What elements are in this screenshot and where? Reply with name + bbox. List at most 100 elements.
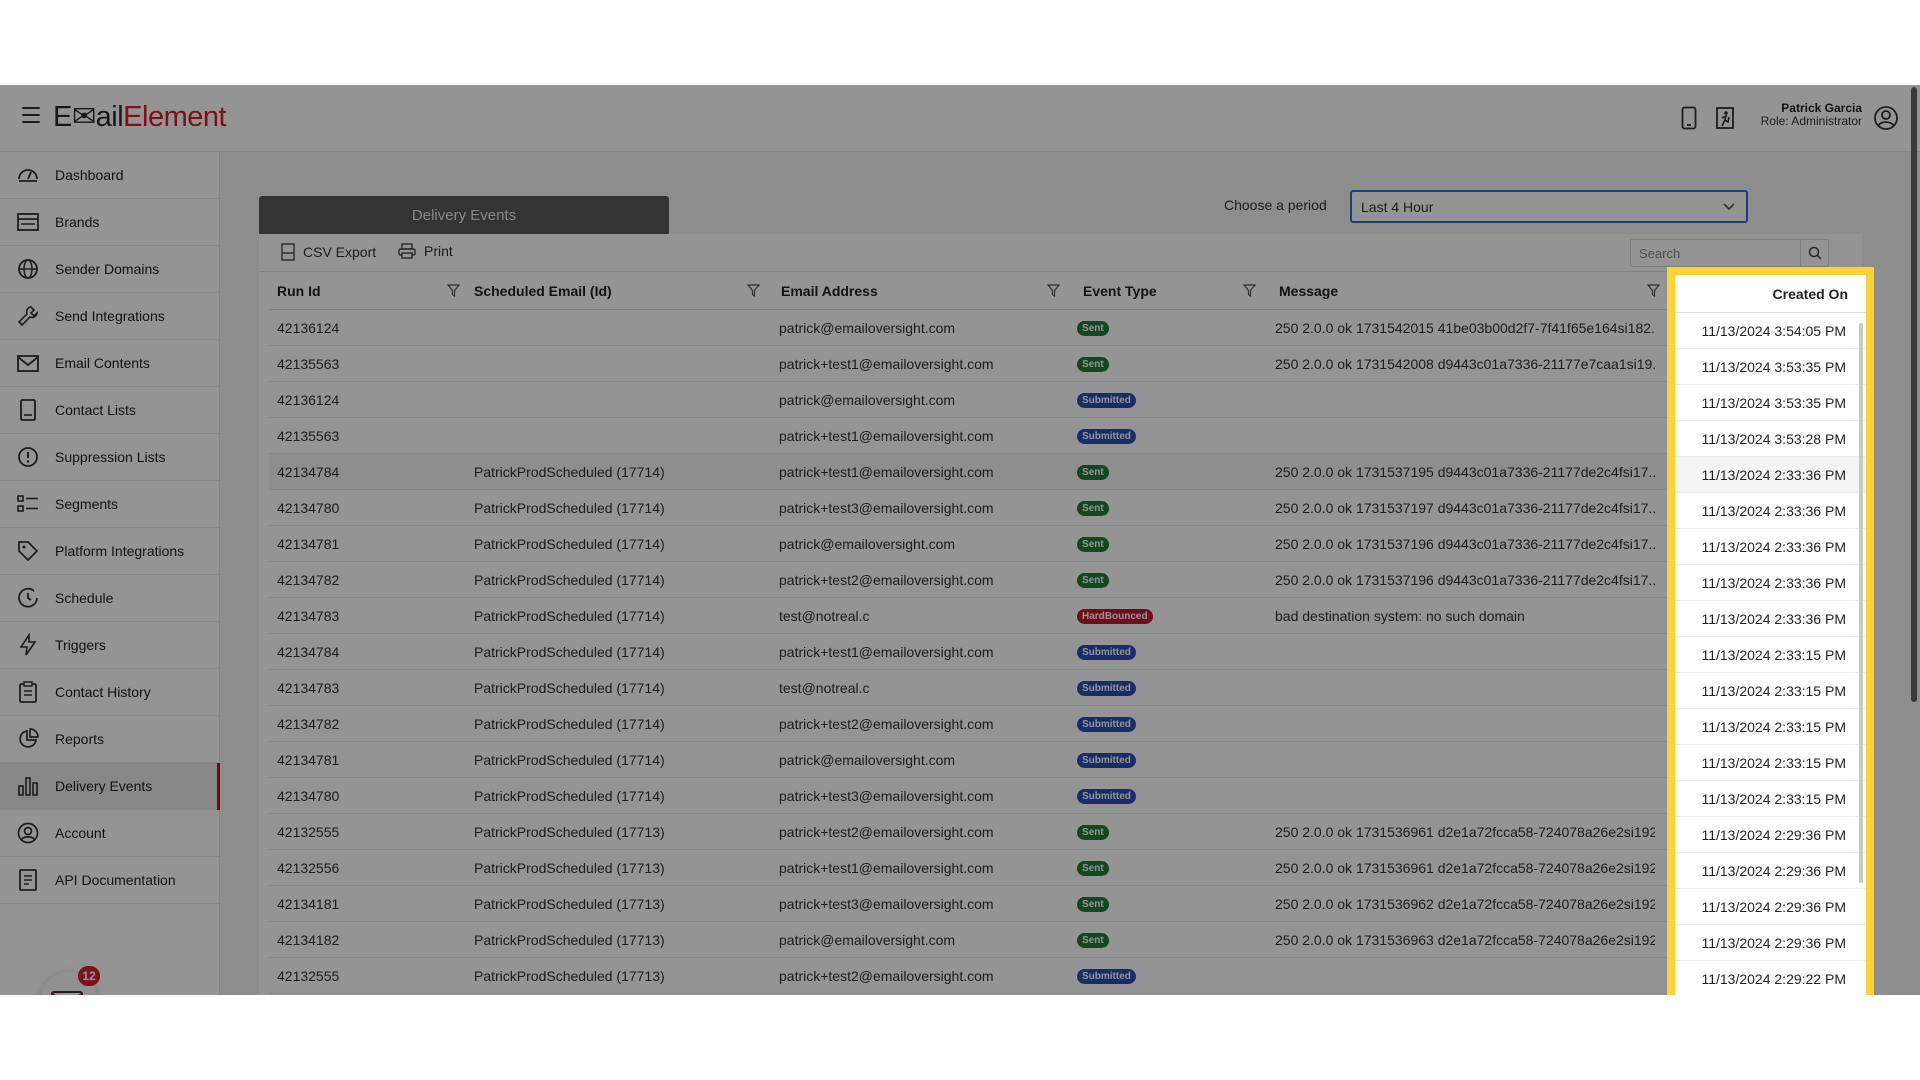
csv-export-button[interactable]: CSV Export <box>281 243 376 261</box>
sidebar-item-label: Dashboard <box>55 167 124 183</box>
period-select[interactable]: Last 4 Hour <box>1350 190 1748 223</box>
run-id-cell: 42132555 <box>277 824 340 840</box>
created-on-header-label: Created On <box>1772 285 1848 302</box>
table-row[interactable]: 42134784 PatrickProdScheduled (17714) patr… <box>269 634 1862 670</box>
pie-chart-icon <box>16 727 40 751</box>
sidebar-item-contact-history[interactable]: Contact History <box>0 669 219 716</box>
mobile-device-icon[interactable] <box>1678 105 1700 131</box>
table-row[interactable]: 42134783 PatrickProdScheduled (17714) test… <box>269 670 1862 706</box>
scheduled-email-cell: PatrickProdScheduled (17714) <box>474 572 665 588</box>
column-header-scheduled-email-id[interactable]: Scheduled Email (Id) <box>474 272 612 310</box>
table-row[interactable]: 42134782 PatrickProdScheduled (17714) patr… <box>269 706 1862 742</box>
column-header-email-address[interactable]: Email Address <box>781 272 878 310</box>
scheduled-email-cell: PatrickProdScheduled (17713) <box>474 896 665 912</box>
table-row[interactable]: 42136124 patrick@emailoversight.com Sent 25… <box>269 310 1862 346</box>
search-icon[interactable] <box>1800 240 1828 266</box>
filter-icon[interactable] <box>1242 284 1257 302</box>
table-row[interactable]: 42134782 PatrickProdScheduled (17714) patr… <box>269 562 1862 598</box>
run-id-cell: 42134783 <box>277 608 340 624</box>
sidebar-item-reports[interactable]: Reports <box>0 716 219 763</box>
sidebar-item-triggers[interactable]: Triggers <box>0 622 219 669</box>
filter-icon[interactable] <box>1646 284 1661 302</box>
notifications-button[interactable]: 12 <box>40 966 100 995</box>
column-header-created-on[interactable]: Created On <box>1675 275 1866 313</box>
email-address-cell: patrick+test2@emailoversight.com <box>779 968 994 984</box>
table-row[interactable]: 42135563 patrick+test1@emailoversight.com… <box>269 346 1862 382</box>
gauge-icon <box>16 163 40 187</box>
sidebar-item-account[interactable]: Account <box>0 810 219 857</box>
email-address-cell: patrick+test1@emailoversight.com <box>779 860 994 876</box>
table-row[interactable]: 42136124 patrick@emailoversight.com Submit… <box>269 382 1862 418</box>
print-button[interactable]: Print <box>398 243 453 259</box>
filter-icon[interactable] <box>1046 284 1061 302</box>
column-header-event-type[interactable]: Event Type <box>1083 272 1157 310</box>
sidebar-item-sender-domains[interactable]: Sender Domains <box>0 246 219 293</box>
sidebar-item-dashboard[interactable]: Dashboard <box>0 152 219 199</box>
table-row[interactable]: 42134780 PatrickProdScheduled (17714) patr… <box>269 490 1862 526</box>
table-header: Run Id Scheduled Email (Id) Email Address E… <box>269 272 1862 310</box>
page-scrollbar[interactable] <box>1911 87 1917 702</box>
sidebar-item-schedule[interactable]: Schedule <box>0 575 219 622</box>
delivery-events-grid: CSV Export Print Run Id Scheduled Email (… <box>259 234 1862 995</box>
sidebar-item-delivery-events[interactable]: Delivery Events <box>0 763 220 810</box>
sidebar-item-label: Reports <box>55 731 105 747</box>
table-row[interactable]: 42135563 patrick+test1@emailoversight.com… <box>269 418 1862 454</box>
exit-run-icon[interactable] <box>1714 105 1736 131</box>
event-type-cell: Submitted <box>1077 778 1267 814</box>
table-row[interactable]: 42132556 PatrickProdScheduled (17713) patr… <box>269 850 1862 886</box>
sidebar-item-api-documentation[interactable]: API Documentation <box>0 857 219 904</box>
sidebar-nav: Dashboard Brands Sender Domains Send Integr… <box>0 152 220 904</box>
column-header-message[interactable]: Message <box>1279 272 1338 310</box>
run-id-cell: 42134782 <box>277 716 340 732</box>
run-id-cell: 42135563 <box>277 428 340 444</box>
tag-icon <box>16 539 40 563</box>
filter-icon[interactable] <box>446 284 461 302</box>
user-info[interactable]: Patrick Garcia Role: Administrator <box>1761 102 1862 128</box>
segments-icon <box>16 492 40 516</box>
scheduled-email-cell <box>474 382 764 418</box>
event-type-badge: Submitted <box>1077 428 1136 444</box>
chevron-down-icon <box>1722 199 1736 216</box>
email-address-cell: patrick+test1@emailoversight.com <box>779 428 994 444</box>
created-on-cell: 11/13/2024 2:29:36 PM <box>1675 853 1866 889</box>
table-row[interactable]: 42134781 PatrickProdScheduled (17714) patr… <box>269 526 1862 562</box>
scheduled-email-cell: PatrickProdScheduled (17713) <box>474 824 665 840</box>
table-row[interactable]: 42134783 PatrickProdScheduled (17714) test… <box>269 598 1862 634</box>
highlighted-created-on-column: Created On 11/13/2024 3:54:05 PM 11/13/20… <box>1667 267 1874 995</box>
sidebar-item-platform-integrations[interactable]: Platform Integrations <box>0 528 219 575</box>
created-on-cell: 11/13/2024 3:54:05 PM <box>1675 313 1866 349</box>
tab-delivery-events[interactable]: Delivery Events <box>259 196 669 234</box>
filter-icon[interactable] <box>746 284 761 302</box>
table-row[interactable]: 42134780 PatrickProdScheduled (17714) patr… <box>269 778 1862 814</box>
sidebar-item-contact-lists[interactable]: Contact Lists <box>0 387 219 434</box>
table-scrollbar-thumb[interactable] <box>1859 323 1863 883</box>
table-body: 42136124 patrick@emailoversight.com Sent 25… <box>269 310 1862 994</box>
event-type-cell: Sent <box>1077 490 1267 526</box>
hamburger-menu-icon[interactable] <box>22 107 40 123</box>
sidebar-item-send-integrations[interactable]: Send Integrations <box>0 293 219 340</box>
user-avatar-icon[interactable] <box>1873 105 1899 131</box>
sidebar-item-segments[interactable]: Segments <box>0 481 219 528</box>
event-type-cell: Sent <box>1077 310 1267 346</box>
sidebar-item-brands[interactable]: Brands <box>0 199 219 246</box>
column-header-run-id[interactable]: Run Id <box>277 272 321 310</box>
sidebar-item-suppression-lists[interactable]: Suppression Lists <box>0 434 219 481</box>
app-logo[interactable]: E✉ailElement <box>53 99 227 134</box>
grid-toolbar: CSV Export Print <box>259 234 1862 272</box>
bar-chart-icon <box>16 774 40 798</box>
created-on-cells: 11/13/2024 3:54:05 PM 11/13/2024 3:53:35 … <box>1675 313 1866 995</box>
search-input[interactable] <box>1631 240 1800 266</box>
table-row[interactable]: 42134181 PatrickProdScheduled (17713) patr… <box>269 886 1862 922</box>
table-row[interactable]: 42134182 PatrickProdScheduled (17713) patr… <box>269 922 1862 958</box>
table-row[interactable]: 42134781 PatrickProdScheduled (17714) patr… <box>269 742 1862 778</box>
scheduled-email-cell: PatrickProdScheduled (17714) <box>474 716 665 732</box>
event-type-badge: Submitted <box>1077 680 1136 696</box>
table-row[interactable]: 42134784 PatrickProdScheduled (17714) patr… <box>269 454 1862 490</box>
sidebar-item-email-contents[interactable]: Email Contents <box>0 340 219 387</box>
event-type-badge: Submitted <box>1077 752 1136 768</box>
email-address-cell: patrick@emailoversight.com <box>779 932 956 948</box>
table-row[interactable]: 42132555 PatrickProdScheduled (17713) patr… <box>269 814 1862 850</box>
table-row[interactable]: 42132555 PatrickProdScheduled (17713) patr… <box>269 958 1862 994</box>
scheduled-email-cell: PatrickProdScheduled (17714) <box>474 644 665 660</box>
scheduled-email-cell: PatrickProdScheduled (17714) <box>474 500 665 516</box>
